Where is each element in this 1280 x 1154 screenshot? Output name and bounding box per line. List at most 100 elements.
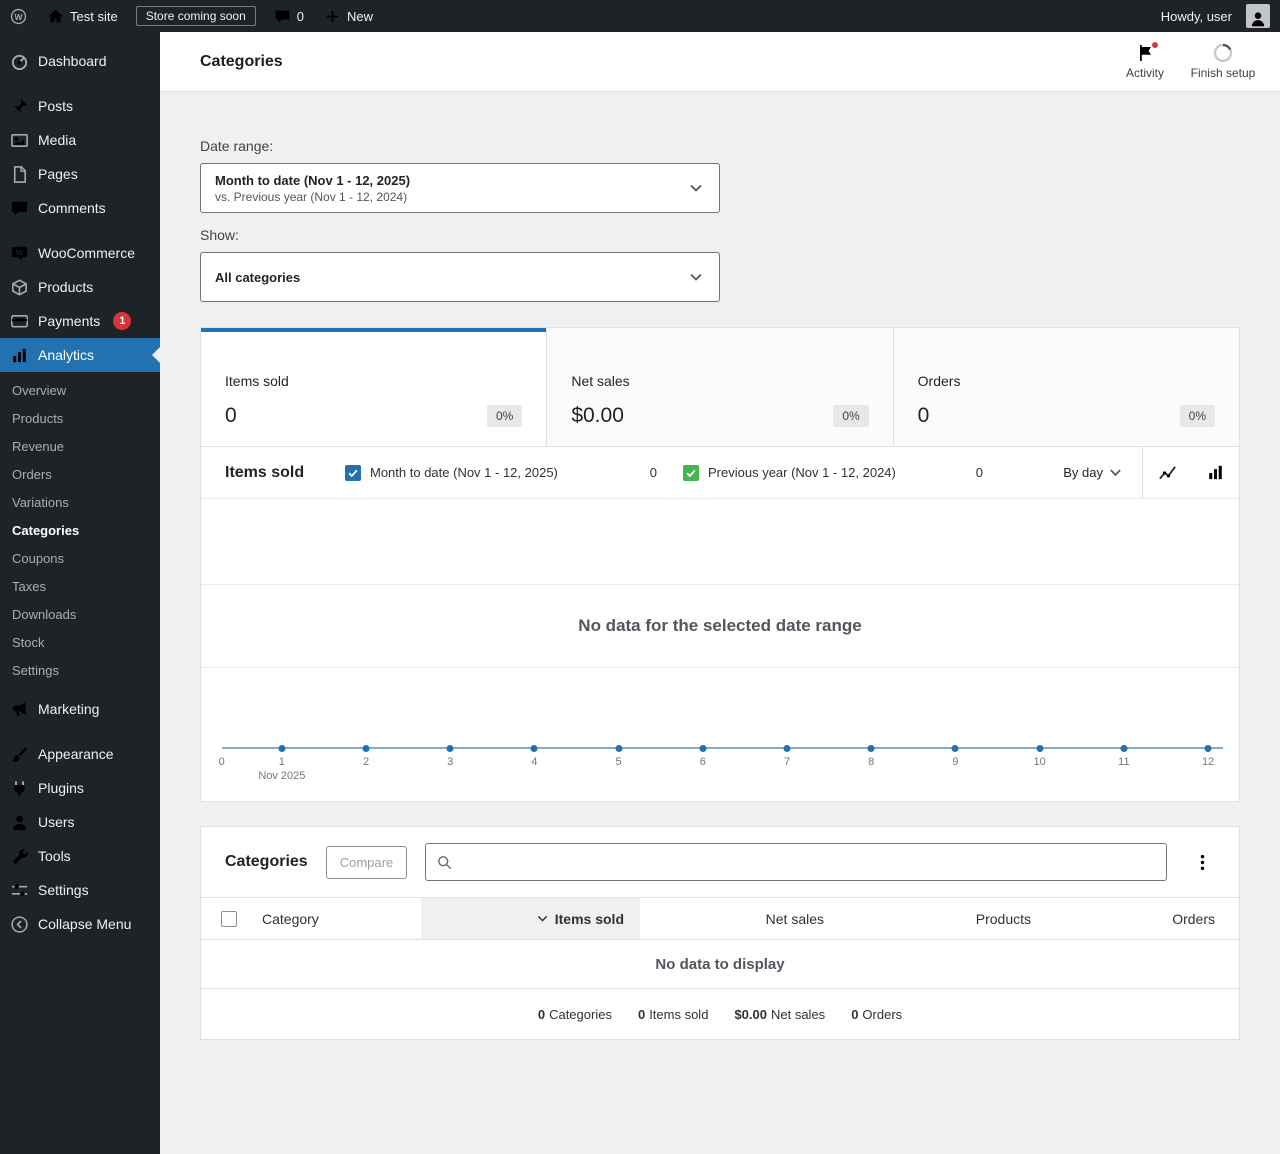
checkbox-checked-blue[interactable] bbox=[345, 464, 361, 481]
comments-shortcut[interactable]: 0 bbox=[264, 0, 314, 32]
table-options-button[interactable] bbox=[1189, 849, 1215, 875]
sidebar-subitem-coupons[interactable]: Coupons bbox=[0, 545, 160, 573]
sidebar-item-analytics[interactable]: Analytics bbox=[0, 338, 160, 372]
sidebar-item-media[interactable]: Media bbox=[0, 123, 160, 157]
sliders-icon bbox=[10, 881, 29, 900]
plug-icon bbox=[10, 779, 29, 798]
sidebar-item-users[interactable]: Users bbox=[0, 805, 160, 839]
activity-button[interactable]: Activity bbox=[1106, 39, 1184, 84]
sidebar-subitem-settings[interactable]: Settings bbox=[0, 657, 160, 685]
avatar bbox=[1246, 4, 1270, 28]
sidebar-item-products[interactable]: Products bbox=[0, 270, 160, 304]
wp-logo-menu[interactable] bbox=[0, 0, 37, 32]
account-menu[interactable]: Howdy, user bbox=[1151, 0, 1280, 32]
sidebar-item-posts[interactable]: Posts bbox=[0, 89, 160, 123]
column-header-orders[interactable]: Orders bbox=[1047, 898, 1239, 939]
date-range-select[interactable]: Month to date (Nov 1 - 12, 2025) vs. Pre… bbox=[200, 163, 720, 213]
comments-icon bbox=[10, 199, 29, 218]
person-icon bbox=[1249, 10, 1267, 28]
sidebar-item-woocommerce[interactable]: WooCommerce bbox=[0, 236, 160, 270]
total-items-sold: 0 Items sold bbox=[637, 1006, 709, 1022]
sidebar-subitem-revenue[interactable]: Revenue bbox=[0, 433, 160, 461]
sidebar-item-marketing[interactable]: Marketing bbox=[0, 692, 160, 726]
search-icon bbox=[436, 854, 453, 871]
categories-table-card: Categories Compare Category Items sold N… bbox=[200, 826, 1240, 1040]
total-net-sales: $0.00 Net sales bbox=[734, 1006, 826, 1022]
ellipsis-vertical-icon bbox=[1193, 853, 1212, 872]
sidebar-subitem-orders[interactable]: Orders bbox=[0, 461, 160, 489]
sidebar-subitem-downloads[interactable]: Downloads bbox=[0, 601, 160, 629]
sidebar-item-tools[interactable]: Tools bbox=[0, 839, 160, 873]
interval-select[interactable]: By day bbox=[1063, 464, 1142, 481]
main-content: Categories Activity Finish setup Date ra… bbox=[160, 32, 1280, 1154]
sidebar-item-pages[interactable]: Pages bbox=[0, 157, 160, 191]
sidebar-subitem-variations[interactable]: Variations bbox=[0, 489, 160, 517]
page-title: Categories bbox=[200, 52, 283, 70]
y-axis-zero-label: 0 bbox=[218, 756, 225, 768]
new-label: New bbox=[346, 8, 373, 24]
progress-ring-icon bbox=[1213, 43, 1233, 63]
page-header: Categories Activity Finish setup bbox=[160, 32, 1280, 92]
search-input[interactable] bbox=[453, 854, 1156, 870]
coming-soon-badge: Store coming soon bbox=[135, 6, 256, 26]
summary-card-net-sales[interactable]: Net sales $0.00 0% bbox=[546, 328, 893, 446]
chevron-down-icon bbox=[687, 268, 705, 286]
collapse-arrow-icon bbox=[10, 915, 29, 934]
sidebar-item-payments[interactable]: Payments 1 bbox=[0, 304, 160, 338]
sidebar-item-plugins[interactable]: Plugins bbox=[0, 771, 160, 805]
legend-item-previous-period[interactable]: Previous year (Nov 1 - 12, 2024) 0 bbox=[683, 464, 983, 481]
select-all-checkbox[interactable] bbox=[221, 910, 237, 927]
sidebar-subitem-categories[interactable]: Categories bbox=[0, 517, 160, 545]
table-search[interactable] bbox=[425, 843, 1167, 881]
sidebar-subitem-products[interactable]: Products bbox=[0, 405, 160, 433]
chart-plot-area: No data for the selected date range bbox=[201, 499, 1239, 752]
site-menu[interactable]: Test site bbox=[37, 0, 128, 32]
column-header-items-sold[interactable]: Items sold bbox=[421, 898, 640, 939]
summary-card-orders[interactable]: Orders 0 0% bbox=[892, 328, 1239, 446]
sidebar-item-dashboard[interactable]: Dashboard bbox=[0, 44, 160, 78]
sidebar-item-appearance[interactable]: Appearance bbox=[0, 737, 160, 771]
chart-type-toggle bbox=[1142, 447, 1239, 498]
column-header-net-sales[interactable]: Net sales bbox=[640, 898, 840, 939]
chart-empty-message: No data for the selected date range bbox=[578, 616, 862, 635]
sidebar-subitem-stock[interactable]: Stock bbox=[0, 629, 160, 657]
table-toolbar: Categories Compare bbox=[201, 827, 1239, 897]
column-header-category[interactable]: Category bbox=[257, 898, 421, 939]
legend-item-current-period[interactable]: Month to date (Nov 1 - 12, 2025) 0 bbox=[345, 464, 657, 481]
admin-sidebar: Dashboard Posts Media Pages Comments Woo… bbox=[0, 32, 160, 1154]
sidebar-subitem-overview[interactable]: Overview bbox=[0, 377, 160, 405]
home-icon bbox=[47, 8, 64, 25]
notification-dot bbox=[1151, 41, 1159, 49]
table-title: Categories bbox=[225, 853, 308, 870]
check-icon bbox=[347, 467, 359, 479]
line-chart-button[interactable] bbox=[1143, 447, 1191, 498]
date-range-label: Date range: bbox=[200, 138, 274, 154]
delta-badge: 0% bbox=[833, 404, 869, 427]
comment-icon bbox=[274, 8, 291, 25]
date-range-compare-value: vs. Previous year (Nov 1 - 12, 2024) bbox=[215, 189, 408, 204]
bar-chart-button[interactable] bbox=[1191, 447, 1239, 498]
pages-icon bbox=[10, 165, 29, 184]
sidebar-item-collapse-menu[interactable]: Collapse Menu bbox=[0, 907, 160, 941]
line-chart-icon bbox=[1158, 463, 1177, 482]
sidebar-item-settings[interactable]: Settings bbox=[0, 873, 160, 907]
brush-icon bbox=[10, 745, 29, 764]
gridline bbox=[201, 584, 1239, 585]
checkbox-checked-green[interactable] bbox=[683, 464, 699, 481]
summary-cards: Items sold 0 0% Net sales $0.00 0% Orders … bbox=[200, 327, 1240, 446]
pushpin-icon bbox=[10, 97, 29, 116]
analytics-submenu: Overview Products Revenue Orders Variati… bbox=[0, 372, 160, 692]
sidebar-item-comments[interactable]: Comments bbox=[0, 191, 160, 225]
summary-card-items-sold[interactable]: Items sold 0 0% bbox=[201, 328, 547, 446]
show-label: Show: bbox=[200, 227, 239, 243]
sidebar-subitem-taxes[interactable]: Taxes bbox=[0, 573, 160, 601]
site-name: Test site bbox=[70, 8, 118, 24]
new-content-menu[interactable]: New bbox=[314, 0, 383, 32]
chart-title: Items sold bbox=[225, 463, 305, 481]
compare-button[interactable]: Compare bbox=[325, 845, 408, 879]
credit-card-icon bbox=[10, 312, 29, 331]
category-show-select[interactable]: All categories bbox=[200, 252, 720, 302]
column-header-products[interactable]: Products bbox=[840, 898, 1047, 939]
finish-setup-button[interactable]: Finish setup bbox=[1184, 39, 1262, 84]
delta-badge: 0% bbox=[1179, 404, 1215, 427]
